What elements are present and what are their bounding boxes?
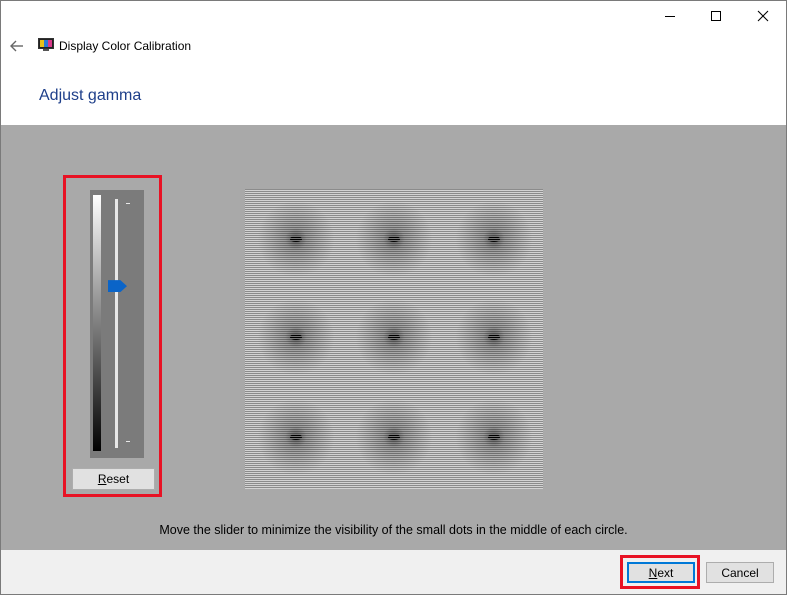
- gamma-circle: [356, 299, 432, 375]
- reset-accesskey: R: [97, 472, 107, 486]
- gamma-circle: [456, 299, 532, 375]
- gamma-dot: [290, 434, 302, 440]
- instruction-text: Move the slider to minimize the visibili…: [159, 523, 628, 537]
- page-heading: Adjust gamma: [39, 87, 142, 104]
- maximize-icon: [711, 11, 721, 21]
- window-title: Display Color Calibration: [59, 39, 192, 53]
- display-icon: [38, 38, 54, 52]
- close-button[interactable]: [740, 1, 786, 31]
- gamma-slider[interactable]: [90, 190, 144, 458]
- reset-label: eset: [106, 472, 130, 486]
- maximize-button[interactable]: [693, 1, 739, 31]
- gamma-dot: [388, 236, 400, 242]
- next-label: Next: [648, 565, 674, 580]
- back-arrow-icon: [10, 40, 23, 52]
- gamma-dot: [488, 236, 500, 242]
- title-bar: [1, 1, 786, 31]
- gamma-dot: [290, 334, 302, 340]
- gamma-gradient-bar: [93, 195, 101, 451]
- minimize-button[interactable]: [647, 1, 693, 31]
- gamma-dot: [388, 434, 400, 440]
- slider-tick-bottom: [126, 441, 130, 442]
- gamma-test-pattern: [245, 189, 543, 489]
- calibration-window: Display Color Calibration Adjust gamma R…: [0, 0, 787, 595]
- slider-tick-top: [126, 203, 130, 204]
- gamma-circle: [258, 399, 334, 475]
- slider-track[interactable]: [115, 199, 118, 448]
- gamma-circle: [456, 201, 532, 277]
- gamma-dot: [488, 334, 500, 340]
- close-icon: [757, 10, 769, 22]
- minimize-icon: [665, 16, 675, 17]
- cancel-button[interactable]: Cancel: [706, 562, 774, 583]
- gamma-circle: [356, 201, 432, 277]
- gamma-circle: [258, 201, 334, 277]
- footer-bar: Next Cancel: [1, 550, 786, 594]
- next-button[interactable]: Next: [627, 562, 695, 583]
- gamma-circle: [456, 399, 532, 475]
- gamma-dot: [388, 334, 400, 340]
- calibration-panel: Reset Move the slider to minimize the vi…: [1, 125, 786, 550]
- slider-thumb[interactable]: [108, 280, 127, 293]
- gamma-circle: [258, 299, 334, 375]
- back-button[interactable]: [8, 37, 26, 55]
- reset-button[interactable]: Reset: [72, 468, 155, 490]
- gamma-slider-highlight: Reset: [63, 175, 162, 497]
- next-accesskey: N: [648, 565, 658, 580]
- gamma-dot: [488, 434, 500, 440]
- gamma-circle: [356, 399, 432, 475]
- gamma-dot: [290, 236, 302, 242]
